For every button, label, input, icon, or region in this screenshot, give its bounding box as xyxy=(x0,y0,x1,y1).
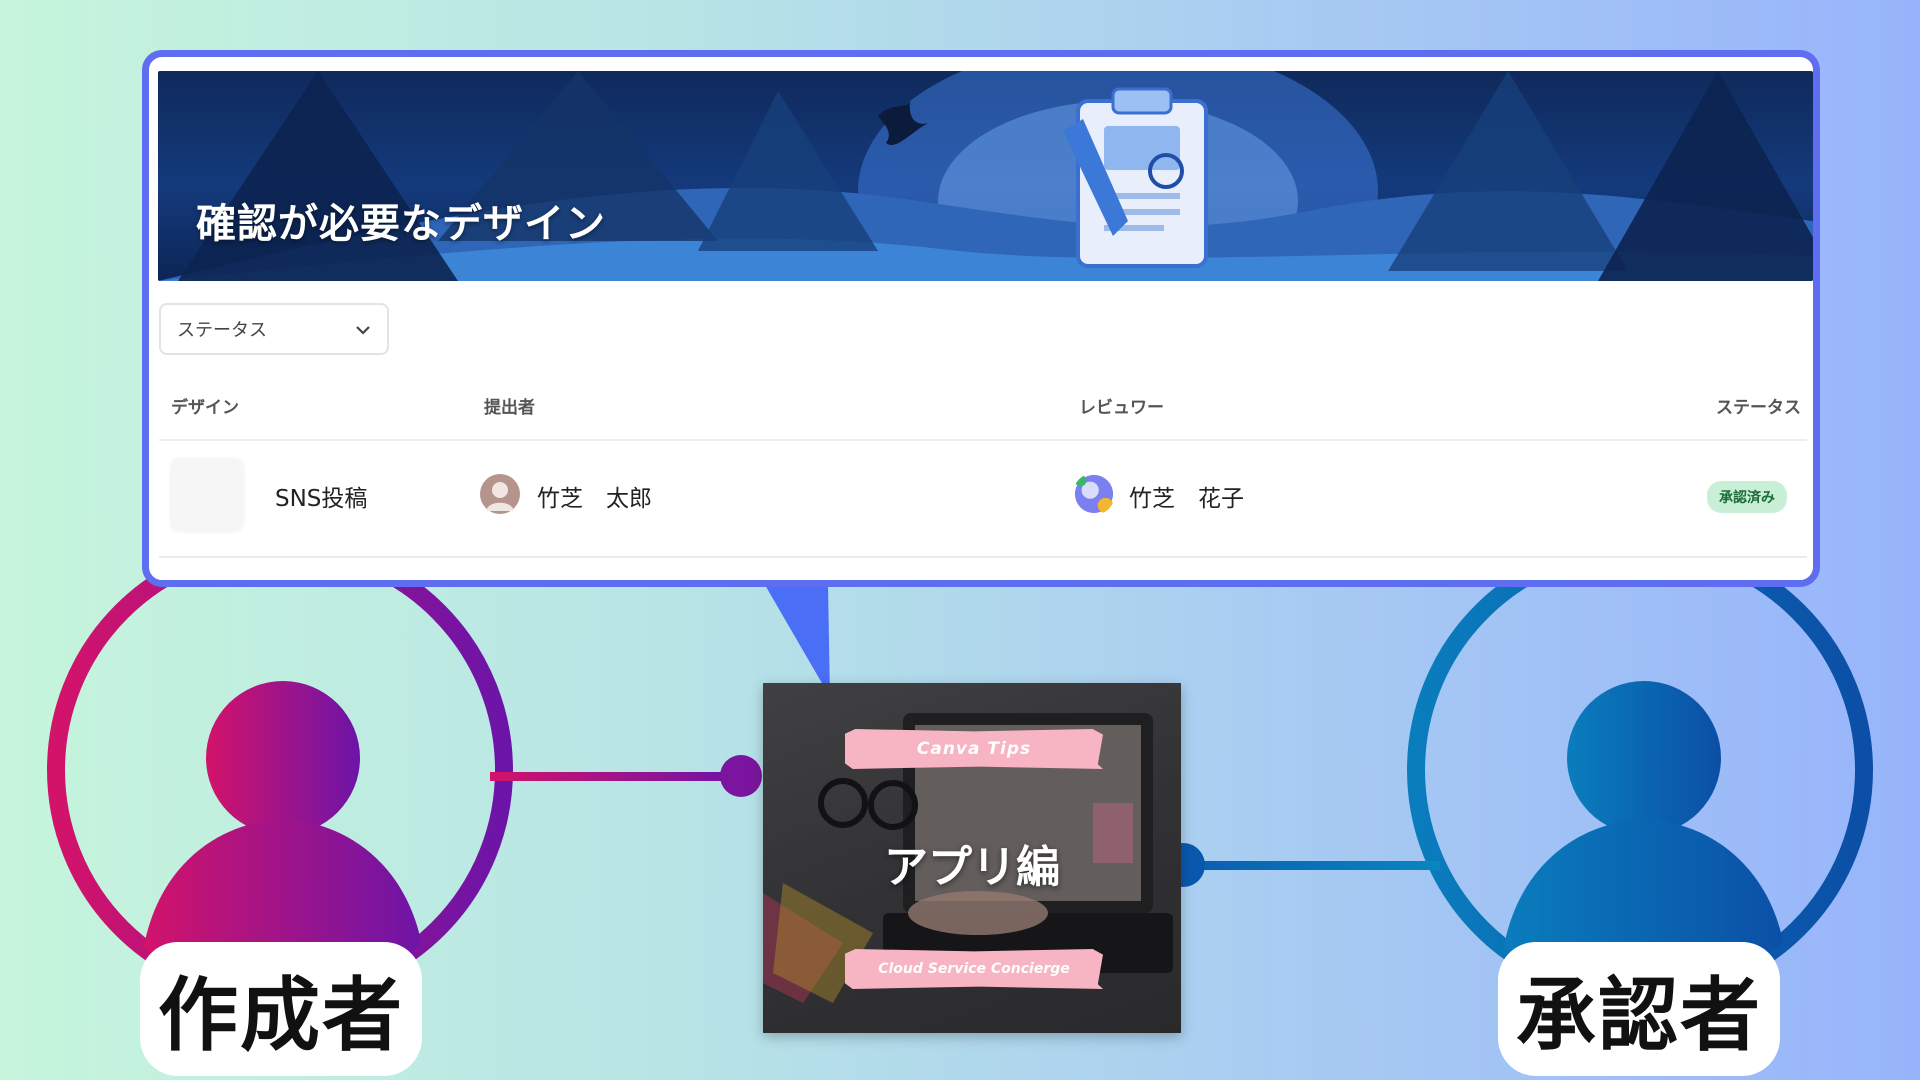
approver-figure: 承認者 xyxy=(1400,570,1880,1080)
creator-label: 作成者 xyxy=(140,942,422,1076)
design-name[interactable]: SNS投稿 xyxy=(275,479,367,513)
submitter-name: 竹芝 太郎 xyxy=(537,486,652,512)
approver-connector xyxy=(1161,843,1440,887)
reviewer-avatar xyxy=(1074,474,1114,514)
column-design[interactable]: デザイン xyxy=(171,393,239,418)
canva-tips-thumbnail: Canva Tips アプリ編 Cloud Service Concierge xyxy=(763,683,1181,1033)
design-thumbnail[interactable] xyxy=(171,459,243,531)
page-title: 確認が必要なデザイン xyxy=(196,201,606,247)
row-divider xyxy=(159,556,1807,558)
brand-tag: Cloud Service Concierge xyxy=(845,949,1103,989)
banner-illustration xyxy=(158,71,1813,281)
reviewer-name: 竹芝 花子 xyxy=(1129,486,1244,512)
status-badge: 承認済み xyxy=(1707,481,1787,513)
table-header: デザイン 提出者 レビュワー ステータス xyxy=(159,393,1807,425)
chevron-down-icon xyxy=(355,320,371,339)
card-title: アプリ編 xyxy=(884,842,1060,893)
table-row[interactable]: SNS投稿 竹芝 太郎 竹芝 花子 承認済み xyxy=(159,449,1807,549)
creator-figure: 作成者 xyxy=(40,570,520,1080)
status-filter-label: ステータス xyxy=(177,320,267,341)
banner: 確認が必要なデザイン xyxy=(158,71,1813,281)
column-status[interactable]: ステータス xyxy=(1716,393,1801,418)
creator-connector xyxy=(490,755,762,797)
status-filter-dropdown[interactable]: ステータス xyxy=(159,303,389,355)
header-divider xyxy=(159,439,1807,441)
column-submitter[interactable]: 提出者 xyxy=(484,393,535,418)
column-reviewer[interactable]: レビュワー xyxy=(1079,393,1164,418)
submitter-avatar xyxy=(480,474,520,514)
clipboard-icon xyxy=(1063,87,1208,268)
canva-tips-tag: Canva Tips xyxy=(845,729,1103,769)
approver-label: 承認者 xyxy=(1498,942,1780,1076)
review-panel: 確認が必要なデザイン ステータス デザイン 提出者 レビュワー ステータス SN… xyxy=(142,50,1820,587)
